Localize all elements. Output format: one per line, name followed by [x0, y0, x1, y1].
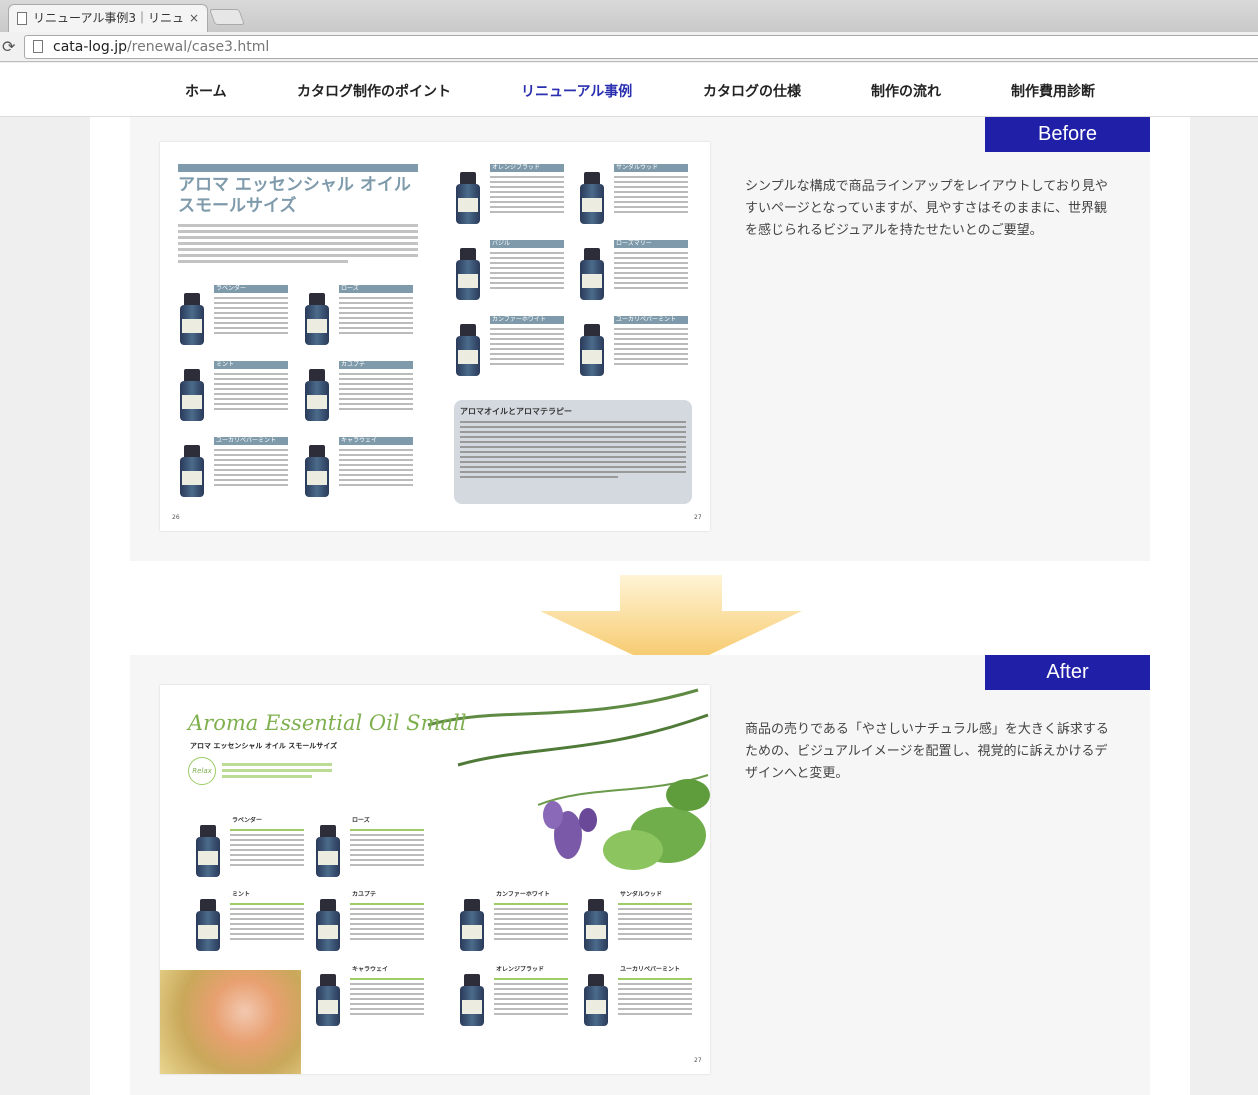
text-line	[222, 775, 312, 778]
text-line	[222, 769, 332, 772]
url-path: /renewal/case3.html	[126, 39, 270, 55]
aroma-info-box: アロマオイルとアロマテラピー	[454, 400, 692, 504]
bottle-icon	[303, 293, 331, 347]
page-number-right: 27	[694, 514, 702, 521]
bottle-icon	[314, 899, 342, 953]
bottle-icon	[194, 899, 222, 953]
browser-tab-strip: リニューアル事例3｜リニュ ×	[0, 0, 1258, 32]
text-line	[178, 224, 418, 227]
text-line	[178, 242, 418, 245]
text-line	[178, 230, 418, 233]
product-item: キャラウェイ	[303, 437, 418, 507]
bottle-icon	[582, 974, 610, 1028]
relax-badge: Relax	[188, 757, 216, 785]
after-description: 商品の売りである「やさしいナチュラル感」を大きく訴求するための、ビジュアルイメー…	[745, 722, 1109, 781]
document-icon	[17, 12, 27, 25]
product-item: ミント	[194, 891, 309, 961]
bottle-icon	[582, 899, 610, 953]
browser-tab[interactable]: リニューアル事例3｜リニュ ×	[8, 4, 208, 32]
before-description: シンプルな構成で商品ラインアップをレイアウトしており見やすいページとなっています…	[745, 179, 1108, 238]
bottle-icon	[454, 248, 482, 302]
url-input[interactable]: cata-log.jp/renewal/case3.html	[24, 35, 1258, 59]
bottle-icon	[578, 172, 606, 226]
nav-production-flow[interactable]: 制作の流れ	[871, 81, 941, 101]
product-item: カユプテ	[303, 361, 418, 431]
bottle-icon	[194, 825, 222, 879]
new-tab-button[interactable]	[209, 9, 245, 25]
bottle-icon	[578, 248, 606, 302]
product-item: ローズ	[314, 817, 429, 887]
product-item: ユーカリペパーミント	[578, 316, 693, 386]
nav-cost-diagnosis[interactable]: 制作費用診断	[1011, 81, 1095, 101]
after-script-title: Aroma Essential Oil Small	[188, 711, 467, 735]
page-number-left: 26	[172, 514, 180, 521]
before-panel: Before シンプルな構成で商品ラインアップをレイアウトしており見やすいページ…	[130, 117, 1150, 561]
before-badge: Before	[985, 117, 1150, 152]
bottle-icon	[178, 445, 206, 499]
page-icon	[33, 40, 43, 53]
bottle-icon	[314, 825, 342, 879]
product-item: ユーカリペパーミント	[178, 437, 293, 507]
after-badge: After	[985, 655, 1150, 690]
bottle-icon	[454, 324, 482, 378]
bottle-icon	[458, 974, 486, 1028]
bottle-icon	[178, 369, 206, 423]
text-line	[178, 254, 418, 257]
bottle-icon	[178, 293, 206, 347]
before-catalog-title: アロマ エッセンシャル オイル スモールサイズ	[178, 164, 418, 217]
address-bar-row: ⟳ cata-log.jp/renewal/case3.html	[0, 32, 1258, 62]
tab-title: リニューアル事例3｜リニュ	[33, 11, 185, 25]
text-line	[178, 260, 348, 263]
bottle-icon	[578, 324, 606, 378]
main-content: Before シンプルな構成で商品ラインアップをレイアウトしており見やすいページ…	[90, 117, 1190, 1095]
product-item: サンダルウッド	[582, 891, 697, 961]
product-item: ラベンダー	[178, 285, 293, 355]
nav-home[interactable]: ホーム	[185, 81, 227, 101]
product-item: サンダルウッド	[578, 164, 693, 234]
after-catalog-image: Aroma Essential Oil Small アロマ エッセンシャル オイ…	[160, 685, 710, 1074]
text-line	[222, 763, 332, 766]
product-item: ラベンダー	[194, 817, 309, 887]
url-domain: cata-log.jp	[53, 39, 127, 55]
product-item: バジル	[454, 240, 569, 310]
product-item: ミント	[178, 361, 293, 431]
product-item: カユプテ	[314, 891, 429, 961]
nav-catalog-specs[interactable]: カタログの仕様	[703, 81, 801, 101]
product-item: カンファーホワイト	[454, 316, 569, 386]
bottle-icon	[458, 899, 486, 953]
product-item: オレンジブラッド	[458, 966, 573, 1036]
after-panel: After 商品の売りである「やさしいナチュラル感」を大きく訴求するための、ビジ…	[130, 655, 1150, 1095]
after-subtitle: アロマ エッセンシャル オイル スモールサイズ	[190, 742, 338, 750]
before-catalog-image: アロマ エッセンシャル オイル スモールサイズ ラベンダー ローズ ミント カユ…	[160, 142, 710, 531]
product-item: カンファーホワイト	[458, 891, 573, 961]
product-item: ローズ	[303, 285, 418, 355]
product-item: オレンジブラッド	[454, 164, 569, 234]
nav-renewal-cases[interactable]: リニューアル事例	[521, 81, 632, 101]
text-line	[178, 248, 418, 251]
bottle-icon	[314, 974, 342, 1028]
page-number-right: 27	[694, 1057, 702, 1064]
bottle-icon	[303, 445, 331, 499]
bottle-icon	[303, 369, 331, 423]
text-line	[178, 236, 418, 239]
product-item: ユーカリペパーミント	[582, 966, 697, 1036]
close-tab-icon[interactable]: ×	[189, 5, 199, 31]
reload-icon[interactable]: ⟳	[2, 37, 15, 56]
woman-lavender-photo	[160, 970, 301, 1074]
product-item: ローズマリー	[578, 240, 693, 310]
product-item: キャラウェイ	[314, 966, 429, 1036]
bottle-icon	[454, 172, 482, 226]
site-nav: ホーム カタログ制作のポイント リニューアル事例 カタログの仕様 制作の流れ 制…	[0, 63, 1258, 117]
nav-catalog-points[interactable]: カタログ制作のポイント	[297, 81, 451, 101]
